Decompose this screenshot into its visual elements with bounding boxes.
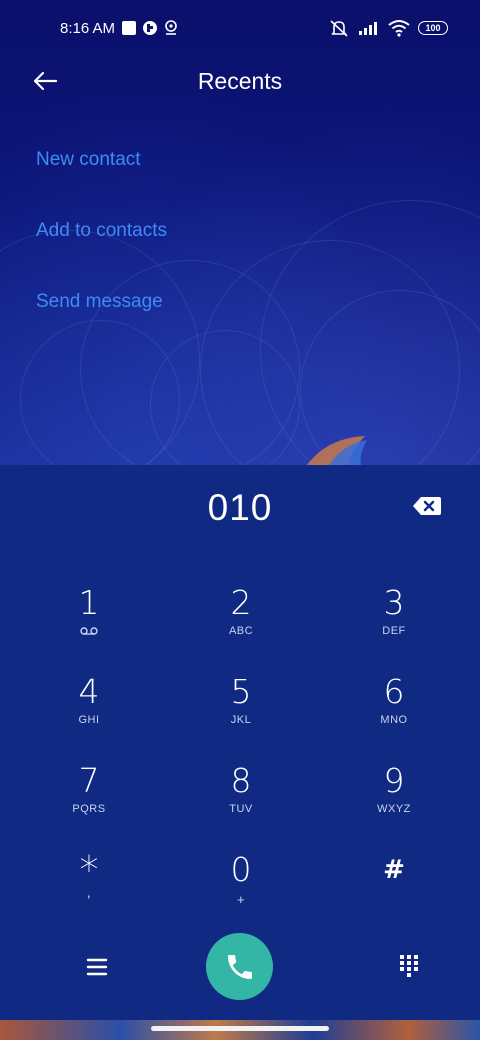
key-digit: 7 xyxy=(78,761,100,800)
key-letters: WXYZ xyxy=(377,803,411,815)
battery-icon: 100 xyxy=(418,21,448,35)
key-star[interactable]: * , xyxy=(29,842,149,922)
new-contact-link[interactable]: New contact xyxy=(36,149,141,171)
key-hash[interactable]: # xyxy=(334,842,454,922)
app-notification-icon xyxy=(143,21,158,35)
key-digit: 3 xyxy=(383,583,405,622)
key-letters: PQRS xyxy=(72,803,106,815)
backspace-icon xyxy=(413,497,441,515)
key-letters: ABC xyxy=(228,625,254,637)
dialpad-panel: 010 1 2 ABC 3 DEF 4 GHI 5 JKL 6 MNO 7 PQ… xyxy=(0,465,480,1020)
status-bar: 8:16 AM 100 xyxy=(0,0,480,56)
key-digit: 2 xyxy=(230,583,252,622)
key-letters: DEF xyxy=(382,625,406,637)
key-4[interactable]: 4 GHI xyxy=(29,664,149,744)
key-3[interactable]: 3 DEF xyxy=(334,575,454,655)
wallpaper-feather-art xyxy=(307,436,367,465)
key-letters: , xyxy=(86,884,92,900)
key-digit: 5 xyxy=(230,672,252,711)
menu-button[interactable] xyxy=(84,955,110,979)
home-indicator[interactable] xyxy=(151,1026,329,1031)
keypad-toggle-button[interactable] xyxy=(398,953,420,979)
location-icon xyxy=(165,20,177,35)
key-5[interactable]: 5 JKL xyxy=(181,664,301,744)
key-0[interactable]: 0 + xyxy=(181,842,301,922)
call-button[interactable] xyxy=(206,933,273,1000)
key-1[interactable]: 1 xyxy=(29,575,149,655)
dialed-number: 010 xyxy=(207,487,273,528)
key-6[interactable]: 6 MNO xyxy=(334,664,454,744)
dialpad-icon xyxy=(400,955,418,977)
key-9[interactable]: 9 WXYZ xyxy=(334,753,454,833)
key-digit: 0 xyxy=(230,850,252,889)
key-digit: 9 xyxy=(383,761,405,800)
key-letters: + xyxy=(236,892,246,907)
app-header: Recents xyxy=(0,60,480,104)
key-digit: 4 xyxy=(78,672,100,711)
backspace-button[interactable] xyxy=(412,495,442,517)
key-8[interactable]: 8 TUV xyxy=(181,753,301,833)
key-7[interactable]: 7 PQRS xyxy=(29,753,149,833)
signal-icon xyxy=(359,22,377,35)
key-letters: TUV xyxy=(229,803,253,815)
square-notification-icon xyxy=(122,21,137,35)
key-digit: 1 xyxy=(78,583,100,622)
page-title: Recents xyxy=(197,68,283,94)
add-to-contacts-link[interactable]: Add to contacts xyxy=(36,220,167,242)
key-letters: GHI xyxy=(78,714,100,726)
key-digit: 8 xyxy=(230,761,252,800)
wifi-icon xyxy=(388,20,410,37)
key-digit: 6 xyxy=(383,672,405,711)
key-letters: MNO xyxy=(380,714,408,726)
key-digit: # xyxy=(383,855,405,885)
send-message-link[interactable]: Send message xyxy=(36,291,163,313)
mute-icon xyxy=(330,20,348,37)
voicemail-icon xyxy=(80,627,98,635)
status-time: 8:16 AM xyxy=(60,19,116,37)
menu-icon xyxy=(86,958,108,976)
key-letters: JKL xyxy=(230,714,252,726)
phone-icon xyxy=(227,954,252,979)
key-2[interactable]: 2 ABC xyxy=(181,575,301,655)
dialer-bottom-bar xyxy=(0,933,480,1003)
